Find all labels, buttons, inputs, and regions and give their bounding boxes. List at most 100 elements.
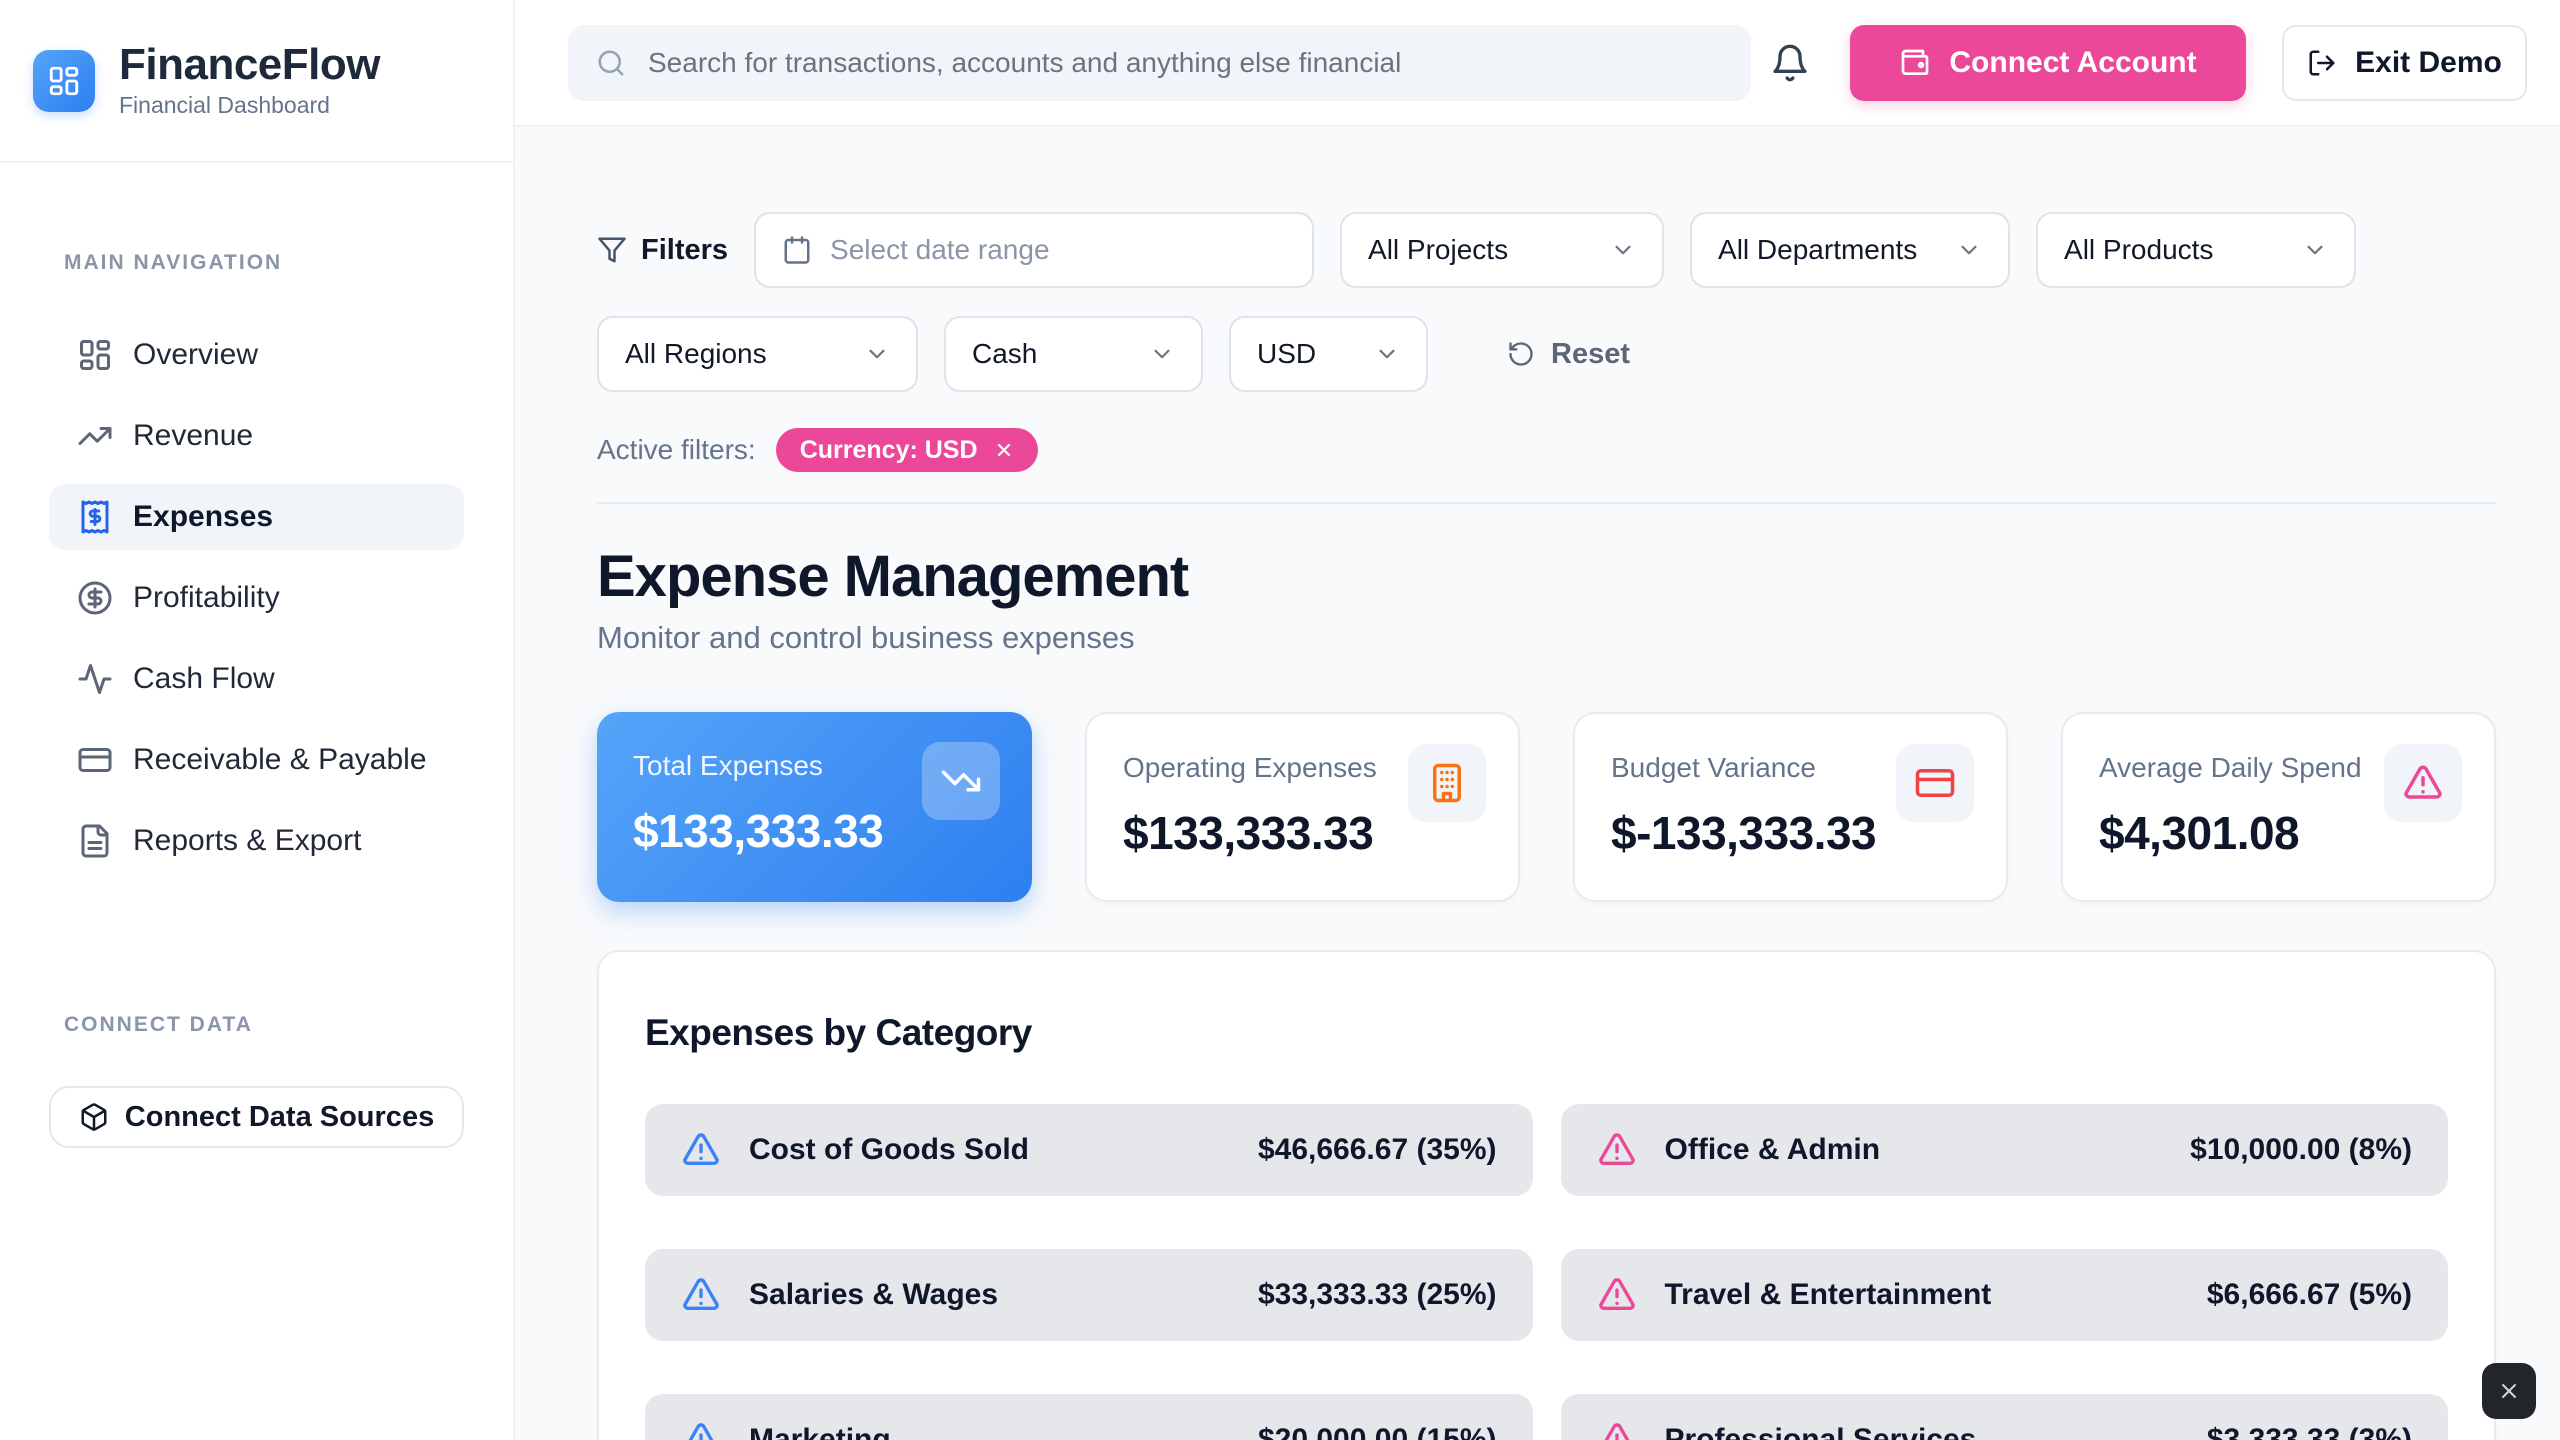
projects-select[interactable]: All Projects <box>1340 212 1664 288</box>
building-icon <box>1408 744 1486 822</box>
stat-cards: Total Expenses $133,333.33 Operating Exp… <box>597 712 2496 902</box>
currency-filter-chip[interactable]: Currency: USD <box>776 428 1038 472</box>
sidebar-item-label: Revenue <box>133 419 253 453</box>
category-row-salaries-wages: Salaries & Wages $33,333.33 (25%) <box>645 1249 1533 1341</box>
connect-account-label: Connect Account <box>1949 46 2196 80</box>
stat-card-average-daily-spend[interactable]: Average Daily Spend $4,301.08 <box>2061 712 2496 902</box>
connect-data-sources-button[interactable]: Connect Data Sources <box>49 1086 464 1148</box>
alert-triangle-icon <box>681 1275 721 1315</box>
connect-data-sources-label: Connect Data Sources <box>125 1101 434 1134</box>
main-navigation: Overview Revenue Expenses Profitability … <box>49 322 464 889</box>
search-input[interactable] <box>648 47 1723 79</box>
date-range-input[interactable] <box>830 234 1286 266</box>
credit-card-icon <box>1896 744 1974 822</box>
sidebar-item-expenses[interactable]: Expenses <box>49 484 464 550</box>
close-icon[interactable] <box>994 440 1014 460</box>
alert-triangle-icon <box>1597 1275 1637 1315</box>
section-divider <box>597 502 2496 504</box>
sidebar-item-label: Reports & Export <box>133 824 361 858</box>
category-value: $3,333.33 (3%) <box>2207 1423 2412 1440</box>
page-subtitle: Monitor and control business expenses <box>597 620 2496 656</box>
departments-select-value: All Departments <box>1718 234 1917 266</box>
app-logo <box>33 50 95 112</box>
filters-row-1: Filters All Projects All Departments All… <box>597 212 2496 288</box>
regions-select[interactable]: All Regions <box>597 316 918 392</box>
expenses-by-category-panel: Expenses by Category Cost of Goods Sold … <box>597 950 2496 1440</box>
category-value: $33,333.33 (25%) <box>1258 1278 1497 1312</box>
file-text-icon <box>77 823 113 859</box>
alert-triangle-icon <box>2384 744 2462 822</box>
global-search <box>568 25 1751 101</box>
sidebar-item-receivable-payable[interactable]: Receivable & Payable <box>49 727 464 793</box>
category-row-marketing: Marketing $20,000.00 (15%) <box>645 1394 1533 1440</box>
app-logo-block: FinanceFlow Financial Dashboard <box>0 0 513 163</box>
category-label: Cost of Goods Sold <box>749 1133 1029 1167</box>
trending-up-icon <box>77 418 113 454</box>
sidebar-item-profitability[interactable]: Profitability <box>49 565 464 631</box>
package-icon <box>79 1102 109 1132</box>
category-value: $46,666.67 (35%) <box>1258 1133 1497 1167</box>
layout-dashboard-icon <box>77 337 113 373</box>
payment-type-select[interactable]: Cash <box>944 316 1203 392</box>
category-label: Salaries & Wages <box>749 1278 998 1312</box>
activity-icon <box>77 661 113 697</box>
bell-icon <box>1770 43 1810 83</box>
filters-row-2: All Regions Cash USD Reset <box>597 316 2496 392</box>
filters-label: Filters <box>597 234 728 267</box>
calendar-icon <box>782 235 812 265</box>
category-label: Marketing <box>749 1423 891 1440</box>
alert-triangle-icon <box>1597 1420 1637 1440</box>
category-row-professional-services: Professional Services $3,333.33 (3%) <box>1561 1394 2449 1440</box>
sidebar-item-overview[interactable]: Overview <box>49 322 464 388</box>
category-label: Office & Admin <box>1665 1133 1881 1167</box>
chevron-down-icon <box>1610 237 1636 263</box>
sidebar-item-cash-flow[interactable]: Cash Flow <box>49 646 464 712</box>
chevron-down-icon <box>1956 237 1982 263</box>
active-filters-row: Active filters: Currency: USD <box>597 428 2496 472</box>
connect-account-button[interactable]: Connect Account <box>1850 25 2246 101</box>
exit-demo-label: Exit Demo <box>2355 46 2502 80</box>
payment-type-select-value: Cash <box>972 338 1037 370</box>
products-select[interactable]: All Products <box>2036 212 2356 288</box>
page-title: Expense Management <box>597 544 2496 610</box>
nav-section-title: MAIN NAVIGATION <box>64 251 513 275</box>
stat-card-operating-expenses[interactable]: Operating Expenses $133,333.33 <box>1085 712 1520 902</box>
stat-card-total-expenses[interactable]: Total Expenses $133,333.33 <box>597 712 1032 902</box>
chevron-down-icon <box>864 341 890 367</box>
connect-section-title: CONNECT DATA <box>64 1013 513 1037</box>
content-area: Filters All Projects All Departments All… <box>515 127 2560 1440</box>
sidebar-item-reports-export[interactable]: Reports & Export <box>49 808 464 874</box>
departments-select[interactable]: All Departments <box>1690 212 2010 288</box>
category-value: $10,000.00 (8%) <box>2190 1133 2412 1167</box>
date-range-field[interactable] <box>754 212 1314 288</box>
category-label: Travel & Entertainment <box>1665 1278 1992 1312</box>
sidebar-item-revenue[interactable]: Revenue <box>49 403 464 469</box>
active-filters-label: Active filters: <box>597 434 756 466</box>
sidebar: FinanceFlow Financial Dashboard MAIN NAV… <box>0 0 515 1440</box>
currency-select[interactable]: USD <box>1229 316 1428 392</box>
notifications-button[interactable] <box>1766 39 1814 87</box>
receipt-icon <box>77 499 113 535</box>
category-list: Cost of Goods Sold $46,666.67 (35%) Offi… <box>645 1104 2448 1440</box>
products-select-value: All Products <box>2064 234 2213 266</box>
exit-demo-button[interactable]: Exit Demo <box>2282 25 2527 101</box>
category-row-office-admin: Office & Admin $10,000.00 (8%) <box>1561 1104 2449 1196</box>
sidebar-item-label: Cash Flow <box>133 662 275 696</box>
reset-label: Reset <box>1551 338 1630 371</box>
category-value: $6,666.67 (5%) <box>2207 1278 2412 1312</box>
app-tagline: Financial Dashboard <box>119 92 380 119</box>
category-label: Professional Services <box>1665 1423 1977 1440</box>
alert-triangle-icon <box>681 1420 721 1440</box>
top-header: Connect Account Exit Demo <box>515 0 2560 127</box>
alert-triangle-icon <box>681 1130 721 1170</box>
app-title: FinanceFlow <box>119 42 380 88</box>
regions-select-value: All Regions <box>625 338 767 370</box>
panel-title: Expenses by Category <box>645 1012 2448 1054</box>
rotate-ccw-icon <box>1507 340 1535 368</box>
stat-card-budget-variance[interactable]: Budget Variance $-133,333.33 <box>1573 712 2008 902</box>
close-overlay-button[interactable] <box>2482 1363 2536 1419</box>
sidebar-item-label: Overview <box>133 338 258 372</box>
close-icon <box>2497 1379 2521 1403</box>
chevron-down-icon <box>1149 341 1175 367</box>
reset-filters-button[interactable]: Reset <box>1507 338 1630 371</box>
